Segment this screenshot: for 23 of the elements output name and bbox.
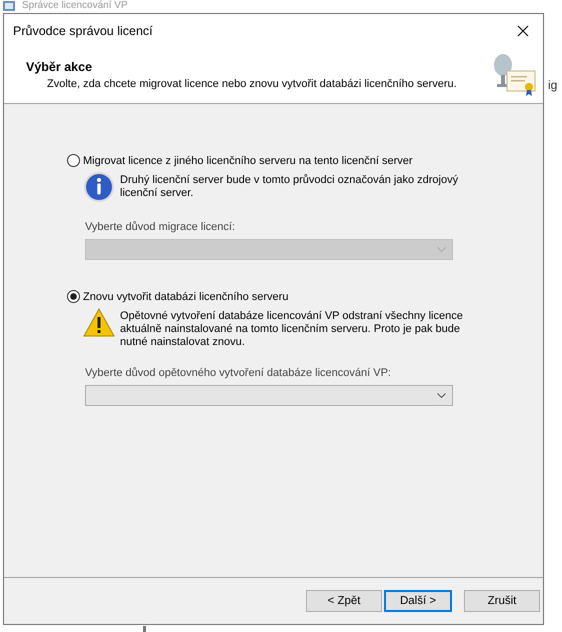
- radio-option[interactable]: Migrovat licence z jiného licenčního serveru na tento licenční server: [67, 154, 413, 167]
- radio-icon[interactable]: [67, 290, 80, 303]
- wizard-button[interactable]: Zrušit: [464, 590, 540, 612]
- note-text: Druhý licenční server bude v tomto průvodci označován jako zdrojový licenční server.: [120, 174, 460, 200]
- radio-icon[interactable]: [67, 154, 80, 167]
- chevron-down-icon: [437, 393, 446, 398]
- wizard-button[interactable]: < Zpět: [306, 590, 382, 612]
- step-description: Zvolte, zda chcete migrovat licence nebo znovu vytvořit databázi licenčního serveru.: [46, 78, 457, 90]
- app-icon: [2, 1, 16, 11]
- window-text: ig: [548, 78, 558, 92]
- chevron-down-icon: [437, 247, 446, 252]
- wizard-button[interactable]: Další >: [384, 590, 452, 612]
- window-title: Správce licencování VP: [22, 0, 128, 11]
- note-text: Opětovné vytvoření databáze licencování VP odstraní všechny licence aktuálně nainstalované na tomto licenčním serveru. Proto je pak bude nutné nainstalovat znovu.: [120, 310, 464, 349]
- close-icon: [517, 24, 529, 36]
- radio-option[interactable]: Znovu vytvořit databázi licenčního serveru: [67, 290, 288, 303]
- field-label: Vyberte důvod opětovného vytvoření databáze licencování VP:: [85, 367, 391, 379]
- info-icon: [83, 171, 115, 203]
- warning-icon: [83, 307, 115, 339]
- step-title: Výběr akce: [26, 60, 92, 74]
- dialog-title: Průvodce správou licencí: [13, 24, 153, 38]
- certificate-icon: [491, 51, 537, 97]
- field-label: Vyberte důvod migrace licencí:: [85, 221, 235, 233]
